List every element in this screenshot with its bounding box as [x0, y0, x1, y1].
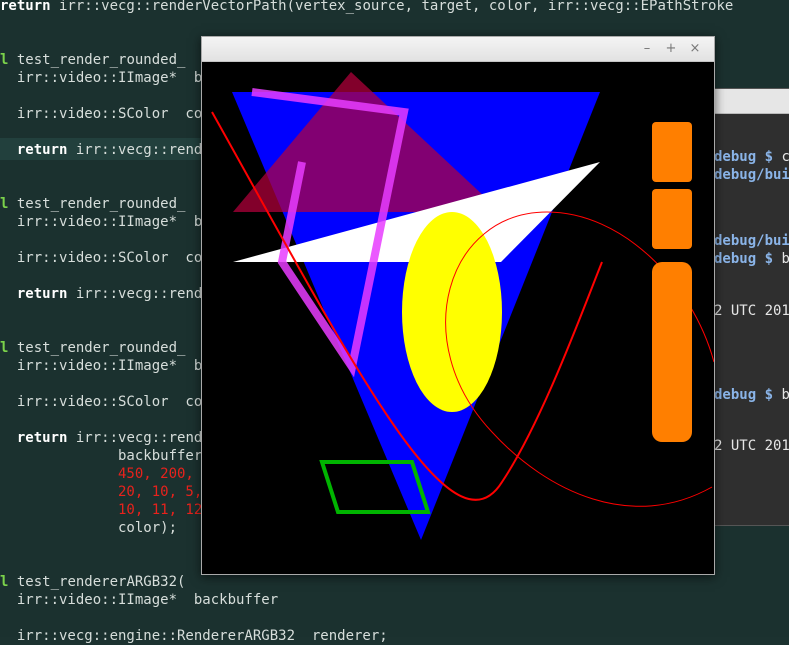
code-line: irr::video::IImage* b	[0, 357, 202, 375]
code-line: color);	[0, 519, 177, 537]
code-token-kw: return	[0, 0, 51, 14]
code-token: irr::video::IImage* b	[0, 70, 203, 86]
code-line: l test_render_rounded_	[0, 51, 185, 69]
terminal-prompt-path: debug/buil	[714, 167, 789, 183]
code-token: irr::video::IImage* b	[0, 214, 203, 230]
orange-bar-middle	[652, 189, 692, 249]
code-line: irr::video::IImage* b	[0, 69, 202, 87]
code-line: return irr::vecg::rend	[0, 285, 202, 303]
code-line: irr::video::SColor co	[0, 105, 202, 123]
terminal-line: debug/buil	[714, 166, 789, 184]
code-token: irr::vecg::rend	[67, 142, 203, 158]
code-token: backbuffer	[0, 448, 203, 464]
code-token: irr::video::IImage* b	[0, 358, 203, 374]
orange-bar-top	[652, 122, 692, 182]
terminal-prompt-path: debug/buil	[714, 233, 789, 249]
code-line: return irr::vecg::renderVectorPath(verte…	[0, 0, 733, 15]
close-button[interactable]: ×	[686, 40, 704, 58]
code-line: irr::vecg::engine::RendererARGB32 render…	[0, 627, 388, 645]
orange-bar-tall	[652, 262, 692, 442]
code-token-kw: return	[0, 142, 68, 158]
terminal-text: 2 UTC 201	[714, 303, 789, 319]
code-token-num: 20, 10, 5,	[0, 484, 203, 500]
code-line: backbuffer	[0, 447, 202, 465]
code-line: irr::video::IImage* backbuffer	[0, 591, 278, 609]
code-token: color);	[0, 520, 178, 536]
terminal-line: debug $ cd	[714, 148, 789, 166]
render-window[interactable]: – + ×	[201, 36, 715, 575]
terminal-line: 2 UTC 201	[714, 437, 789, 455]
code-token: test_render_rounded_	[8, 52, 186, 68]
minimize-button[interactable]: –	[638, 40, 656, 58]
code-line: l test_rendererARGB32(	[0, 573, 185, 591]
code-line: irr::video::SColor co	[0, 393, 202, 411]
code-token-num: 450, 200,	[0, 466, 194, 482]
code-line: return irr::vecg::rend	[0, 141, 202, 159]
code-token-kw: return	[0, 286, 68, 302]
code-token: irr::vecg::rend	[67, 286, 203, 302]
code-line: irr::video::SColor co	[0, 249, 202, 267]
terminal-text: 2 UTC 201	[714, 438, 789, 454]
maximize-button[interactable]: +	[662, 40, 680, 58]
terminal-line: 2 UTC 201	[714, 302, 789, 320]
code-line: 20, 10, 5,	[0, 483, 202, 501]
code-line: irr::video::IImage* b	[0, 213, 202, 231]
terminal-line: debug $ bi	[714, 250, 789, 268]
code-token: irr::vecg::renderVectorPath(vertex_sourc…	[50, 0, 734, 14]
code-token: test_render_rounded_	[8, 340, 186, 356]
vector-render-output	[202, 62, 714, 574]
code-token: irr::video::SColor co	[0, 394, 203, 410]
code-line: l test_render_rounded_	[0, 339, 185, 357]
terminal-line: debug/buil	[714, 232, 789, 250]
terminal-prompt-path: debug $	[714, 149, 782, 165]
code-line: return irr::vecg::rend	[0, 429, 202, 447]
terminal-text: cd	[781, 149, 789, 165]
code-token: irr::video::SColor co	[0, 106, 203, 122]
code-token: test_rendererARGB32(	[8, 574, 186, 590]
code-line: l test_render_rounded_	[0, 195, 185, 213]
code-token: irr::video::IImage* backbuffer	[0, 592, 279, 608]
window-titlebar[interactable]: – + ×	[202, 37, 714, 62]
code-line: 10, 11, 12	[0, 501, 202, 519]
terminal-text: bi	[781, 251, 789, 267]
terminal-line: debug $ bi	[714, 386, 789, 404]
render-canvas[interactable]	[202, 62, 714, 574]
terminal-prompt-path: debug $	[714, 387, 782, 403]
code-token-num: 10, 11, 12	[0, 502, 203, 518]
code-token-kw: return	[0, 430, 68, 446]
yellow-ellipse	[402, 212, 502, 412]
code-token: irr::vecg::rend	[67, 430, 203, 446]
terminal-text: bi	[781, 387, 789, 403]
terminal-prompt-path: debug $	[714, 251, 782, 267]
code-token: test_render_rounded_	[8, 196, 186, 212]
code-token: irr::vecg::engine::RendererARGB32 render…	[0, 628, 388, 644]
code-line: 450, 200,	[0, 465, 194, 483]
code-token: irr::video::SColor co	[0, 250, 203, 266]
